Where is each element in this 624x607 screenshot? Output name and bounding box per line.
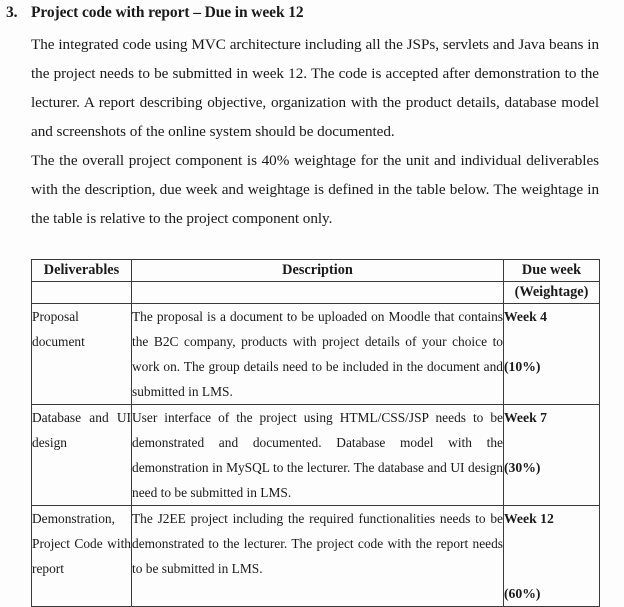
table-header-row: Deliverables Description Due week bbox=[31, 259, 600, 282]
column-header-deliverables: Deliverables bbox=[31, 259, 132, 282]
due-week-value: Week 4 bbox=[504, 309, 547, 324]
page-title: 3. Project code with report – Due in wee… bbox=[6, 4, 606, 22]
cell-due-week: Week 12 (60%) bbox=[503, 505, 600, 607]
weightage-value: (10%) bbox=[504, 359, 541, 374]
paragraph-1: The integrated code using MVC architectu… bbox=[31, 36, 599, 140]
weightage-value: (60%) bbox=[504, 586, 541, 601]
cell-deliverable: Proposal document bbox=[31, 303, 132, 405]
heading-text: Project code with report – Due in week 1… bbox=[31, 4, 304, 21]
table-row: Proposal document The proposal is a docu… bbox=[31, 303, 600, 405]
paragraph-2: The the overall project component is 40%… bbox=[31, 152, 599, 227]
column-subheader-description bbox=[131, 281, 504, 304]
deliverable-text: Demonstration, Project Code with report bbox=[32, 511, 131, 576]
cell-deliverable: Database and UI design bbox=[31, 404, 132, 506]
column-subheader-weightage: (Weightage) bbox=[503, 281, 600, 304]
table-subheader-row: (Weightage) bbox=[31, 281, 600, 304]
body-text: The integrated code using MVC architectu… bbox=[31, 30, 599, 233]
due-week-value: Week 7 bbox=[504, 410, 547, 425]
deliverable-text: Database and UI design bbox=[32, 410, 131, 450]
deliverables-table-wrapper: Deliverables Description Due week (Weigh… bbox=[31, 259, 600, 607]
table-row: Database and UI design User interface of… bbox=[31, 404, 600, 506]
column-header-due-week: Due week bbox=[503, 259, 600, 282]
weightage-value: (30%) bbox=[504, 460, 541, 475]
cell-due-week: Week 4 (10%) bbox=[503, 303, 600, 405]
heading-number: 3. bbox=[6, 4, 18, 21]
cell-description: The proposal is a document to be uploade… bbox=[131, 303, 504, 405]
document-page: 3. Project code with report – Due in wee… bbox=[0, 0, 624, 607]
column-subheader-deliverables bbox=[31, 281, 132, 304]
cell-description: The J2EE project including the required … bbox=[131, 505, 504, 607]
table-body: Proposal document The proposal is a docu… bbox=[31, 303, 600, 607]
table-header: Deliverables Description Due week (Weigh… bbox=[31, 259, 600, 304]
due-week-value: Week 12 bbox=[504, 511, 554, 526]
table-row: Demonstration, Project Code with report … bbox=[31, 505, 600, 607]
cell-deliverable: Demonstration, Project Code with report bbox=[31, 505, 132, 607]
deliverables-table: Deliverables Description Due week (Weigh… bbox=[31, 259, 600, 607]
column-header-description: Description bbox=[131, 259, 504, 282]
cell-description: User interface of the project using HTML… bbox=[131, 404, 504, 506]
cell-due-week: Week 7 (30%) bbox=[503, 404, 600, 506]
